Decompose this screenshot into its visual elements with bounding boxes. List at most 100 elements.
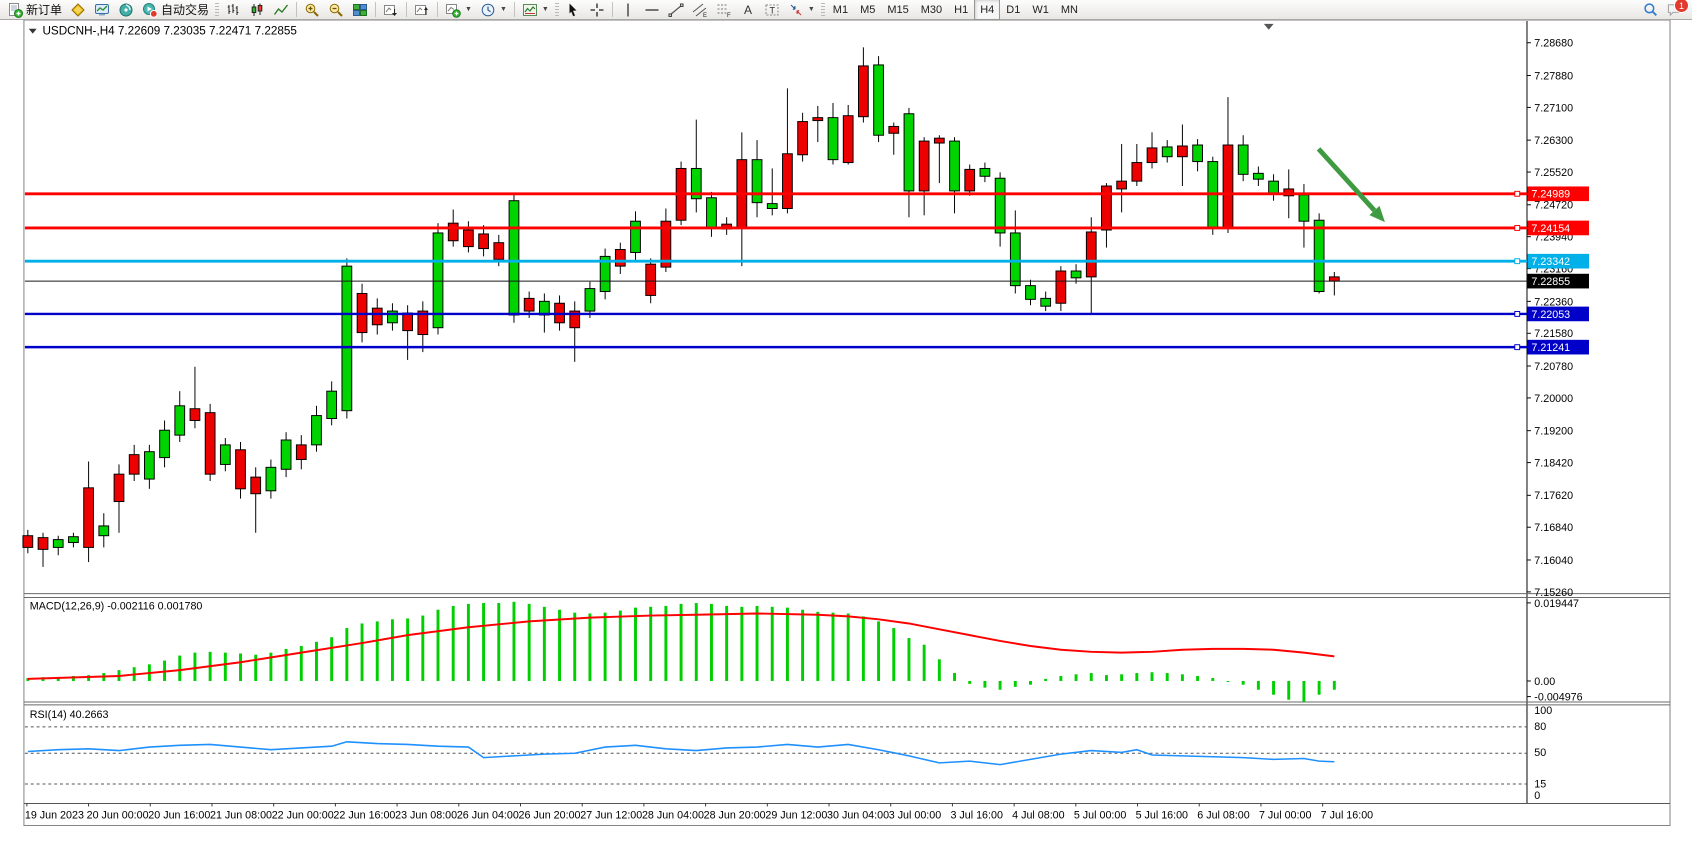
svg-text:22 Jun 16:00: 22 Jun 16:00 — [333, 810, 395, 822]
chat-button[interactable]: 1 — [1666, 2, 1682, 17]
periods-clock-icon — [480, 2, 496, 18]
svg-text:7.23342: 7.23342 — [1531, 256, 1570, 268]
text-button[interactable]: A — [736, 1, 760, 19]
tab-timeframe-H1[interactable]: H1 — [948, 0, 974, 20]
tab-timeframe-M1[interactable]: M1 — [827, 0, 854, 20]
timeframe-bar: M1M5M15M30H1H4D1W1MN — [827, 0, 1084, 20]
tab-timeframe-W1[interactable]: W1 — [1026, 0, 1055, 20]
zoom-out-button[interactable] — [324, 1, 348, 19]
svg-text:7.25520: 7.25520 — [1534, 167, 1573, 179]
autotrading-icon — [142, 2, 158, 18]
svg-text:7.26300: 7.26300 — [1534, 135, 1573, 147]
zoom-in-button[interactable] — [300, 1, 324, 19]
autoscroll-icon — [383, 2, 399, 18]
svg-text:7.16840: 7.16840 — [1534, 522, 1573, 534]
navigator-button[interactable] — [114, 1, 138, 19]
svg-text:7.19200: 7.19200 — [1534, 426, 1573, 438]
tile-windows-button[interactable] — [348, 1, 372, 19]
fibonacci-icon: F — [716, 2, 732, 18]
rsi-label: RSI(14) 40.2663 — [30, 709, 109, 721]
periods-button[interactable]: ▼ — [476, 1, 511, 19]
svg-text:7 Jul 00:00: 7 Jul 00:00 — [1259, 810, 1311, 822]
toolbar-right: 1 — [1643, 2, 1692, 17]
horizontal-line-icon — [644, 2, 660, 18]
svg-text:22 Jun 00:00: 22 Jun 00:00 — [272, 810, 334, 822]
tab-timeframe-M15[interactable]: M15 — [881, 0, 914, 20]
market-watch-icon — [94, 2, 110, 18]
chart-title: USDCNH-,H4 7.22609 7.23035 7.22471 7.228… — [29, 25, 298, 38]
svg-text:20 Jun 00:00: 20 Jun 00:00 — [87, 810, 149, 822]
candles-chart-button[interactable] — [245, 1, 269, 19]
equidistant-channel-button[interactable]: E — [688, 1, 712, 19]
metaeditor-button[interactable] — [66, 1, 90, 19]
tab-timeframe-M30[interactable]: M30 — [915, 0, 948, 20]
vertical-line-icon — [620, 2, 636, 18]
templates-button[interactable]: ▼ — [518, 1, 553, 19]
svg-text:28 Jun 04:00: 28 Jun 04:00 — [642, 810, 704, 822]
fibonacci-button[interactable]: F — [712, 1, 736, 19]
new-order-label: 新订单 — [26, 1, 62, 18]
chart-shift-button[interactable] — [410, 1, 434, 19]
toolbar-separator — [437, 2, 438, 17]
metaeditor-icon — [70, 2, 86, 18]
chart-canvas[interactable]: 7.286807.278807.271007.263007.255207.247… — [0, 20, 1692, 845]
autoscroll-button[interactable] — [379, 1, 403, 19]
svg-text:7.22360: 7.22360 — [1534, 296, 1573, 308]
line-chart-icon — [273, 2, 289, 18]
svg-text:7.18420: 7.18420 — [1534, 457, 1573, 469]
line-chart-button[interactable] — [269, 1, 293, 19]
bars-chart-button[interactable] — [221, 1, 245, 19]
tab-timeframe-H4[interactable]: H4 — [974, 0, 1000, 20]
svg-text:7.20000: 7.20000 — [1534, 393, 1573, 405]
market-watch-button[interactable] — [90, 1, 114, 19]
svg-text:7.27100: 7.27100 — [1534, 102, 1573, 114]
chevron-down-icon: ▼ — [465, 6, 472, 13]
svg-text:5 Jul 16:00: 5 Jul 16:00 — [1136, 810, 1188, 822]
tab-timeframe-D1[interactable]: D1 — [1000, 0, 1026, 20]
svg-text:6 Jul 08:00: 6 Jul 08:00 — [1197, 810, 1249, 822]
autotrading-button[interactable]: 自动交易 — [138, 1, 213, 19]
svg-text:0: 0 — [1534, 790, 1540, 802]
toolbar-grip — [215, 3, 219, 17]
svg-text:80: 80 — [1534, 721, 1546, 733]
svg-text:7.27880: 7.27880 — [1534, 70, 1573, 82]
search-icon[interactable] — [1643, 2, 1658, 17]
text-label-button[interactable]: T — [760, 1, 784, 19]
notification-badge: 1 — [1674, 0, 1689, 13]
crosshair-button[interactable] — [585, 1, 609, 19]
svg-text:28 Jun 20:00: 28 Jun 20:00 — [704, 810, 766, 822]
svg-text:100: 100 — [1534, 705, 1552, 717]
svg-text:3 Jul 16:00: 3 Jul 16:00 — [950, 810, 1002, 822]
chevron-down-icon: ▼ — [808, 6, 815, 13]
svg-text:A: A — [744, 3, 752, 17]
candles-chart-icon — [249, 2, 265, 18]
tab-timeframe-MN[interactable]: MN — [1055, 0, 1084, 20]
svg-text:26 Jun 04:00: 26 Jun 04:00 — [457, 810, 519, 822]
svg-text:0.019447: 0.019447 — [1534, 598, 1579, 610]
svg-text:7.22855: 7.22855 — [1531, 276, 1570, 288]
templates-icon — [522, 2, 538, 18]
svg-text:27 Jun 12:00: 27 Jun 12:00 — [580, 810, 642, 822]
svg-text:3 Jul 00:00: 3 Jul 00:00 — [889, 810, 941, 822]
svg-text:29 Jun 12:00: 29 Jun 12:00 — [765, 810, 827, 822]
svg-text:7.16040: 7.16040 — [1534, 555, 1573, 567]
horizontal-line-button[interactable] — [640, 1, 664, 19]
arrows-button[interactable]: ▼ — [784, 1, 819, 19]
cursor-button[interactable] — [561, 1, 585, 19]
svg-text:19 Jun 2023: 19 Jun 2023 — [25, 810, 84, 822]
cursor-icon — [565, 2, 581, 18]
autotrading-label: 自动交易 — [161, 1, 209, 18]
new-order-button[interactable]: 新订单 — [3, 1, 66, 19]
svg-text:7.24154: 7.24154 — [1531, 223, 1570, 235]
toolbar-grip — [555, 3, 559, 17]
svg-text:26 Jun 20:00: 26 Jun 20:00 — [519, 810, 581, 822]
svg-text:7.22053: 7.22053 — [1531, 309, 1570, 321]
main-toolbar: 新订单 自动交易 ▼ ▼ — [0, 0, 1692, 20]
svg-text:15: 15 — [1534, 778, 1546, 790]
tab-timeframe-M5[interactable]: M5 — [854, 0, 881, 20]
vertical-line-button[interactable] — [616, 1, 640, 19]
new-chart-button[interactable]: ▼ — [441, 1, 476, 19]
svg-text:7.24720: 7.24720 — [1534, 200, 1573, 212]
trendline-button[interactable] — [664, 1, 688, 19]
svg-text:7.20780: 7.20780 — [1534, 361, 1573, 373]
